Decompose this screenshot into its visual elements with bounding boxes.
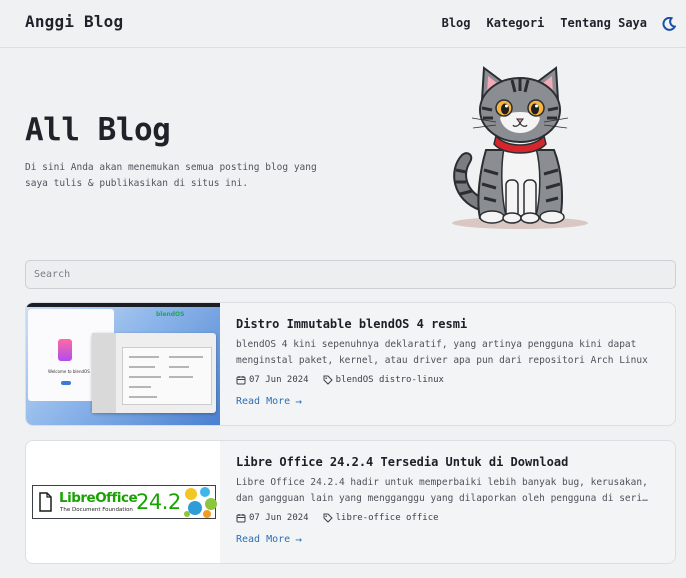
- thumb-version: 24.2: [136, 490, 181, 514]
- read-more-link[interactable]: Read More →: [236, 533, 302, 546]
- post-excerpt: Libre Office 24.2.4 hadir untuk memperba…: [236, 477, 648, 504]
- post-body: Distro Immutable blendOS 4 resmi blendOS…: [236, 317, 661, 408]
- cat-illustration: [440, 60, 600, 235]
- post-tags[interactable]: blendOS distro-linux: [336, 375, 444, 385]
- post-date: 07 Jun 2024: [249, 375, 309, 385]
- read-more-label: Read More: [236, 534, 291, 545]
- post-thumbnail[interactable]: LibreOffice The Document Foundation 24.2: [26, 441, 220, 563]
- read-more-label: Read More: [236, 396, 291, 407]
- calendar-icon: [236, 513, 246, 523]
- calendar-icon: [236, 375, 246, 385]
- document-icon: [39, 492, 52, 512]
- post-meta: 07 Jun 2024 libre-office office: [236, 513, 661, 523]
- main-nav: Blog Kategori Tentang Saya: [426, 16, 677, 31]
- arrow-right-icon: →: [295, 395, 302, 408]
- post-card[interactable]: Welcome to blendOS blendOS Distro Immuta…: [25, 302, 676, 426]
- thumb-brand-text: blendOS: [156, 311, 185, 318]
- post-meta: 07 Jun 2024 blendOS distro-linux: [236, 375, 661, 385]
- site-brand[interactable]: Anggi Blog: [25, 12, 123, 31]
- arrow-right-icon: →: [295, 533, 302, 546]
- site-header: Anggi Blog Blog Kategori Tentang Saya: [0, 0, 686, 48]
- tag-icon: [323, 513, 333, 523]
- read-more-link[interactable]: Read More →: [236, 395, 302, 408]
- post-date: 07 Jun 2024: [249, 513, 309, 523]
- post-title[interactable]: Distro Immutable blendOS 4 resmi: [236, 317, 661, 331]
- post-excerpt: blendOS 4 kini sepenuhnya deklaratif, ya…: [236, 339, 648, 366]
- post-thumbnail[interactable]: Welcome to blendOS blendOS: [26, 303, 220, 425]
- thumb-welcome-text: Welcome to blendOS: [48, 369, 90, 374]
- thumb-product-name: LibreOffice: [59, 490, 138, 506]
- nav-tentang-saya[interactable]: Tentang Saya: [560, 16, 647, 30]
- nav-blog[interactable]: Blog: [442, 16, 471, 30]
- page-title: All Blog: [25, 112, 171, 148]
- libreoffice-logo: LibreOffice The Document Foundation 24.2: [32, 485, 217, 519]
- post-title[interactable]: Libre Office 24.2.4 Tersedia Untuk di Do…: [236, 455, 661, 469]
- nav-kategori[interactable]: Kategori: [487, 16, 545, 30]
- tag-icon: [323, 375, 333, 385]
- post-card[interactable]: LibreOffice The Document Foundation 24.2…: [25, 440, 676, 564]
- page-description: Di sini Anda akan menemukan semua postin…: [25, 162, 317, 189]
- post-body: Libre Office 24.2.4 Tersedia Untuk di Do…: [236, 455, 661, 546]
- post-tags[interactable]: libre-office office: [336, 513, 439, 523]
- thumb-foundation-name: The Document Foundation: [60, 507, 133, 513]
- moon-icon[interactable]: [662, 16, 677, 31]
- pattern-graphic: [184, 487, 217, 518]
- search-input[interactable]: [25, 260, 676, 289]
